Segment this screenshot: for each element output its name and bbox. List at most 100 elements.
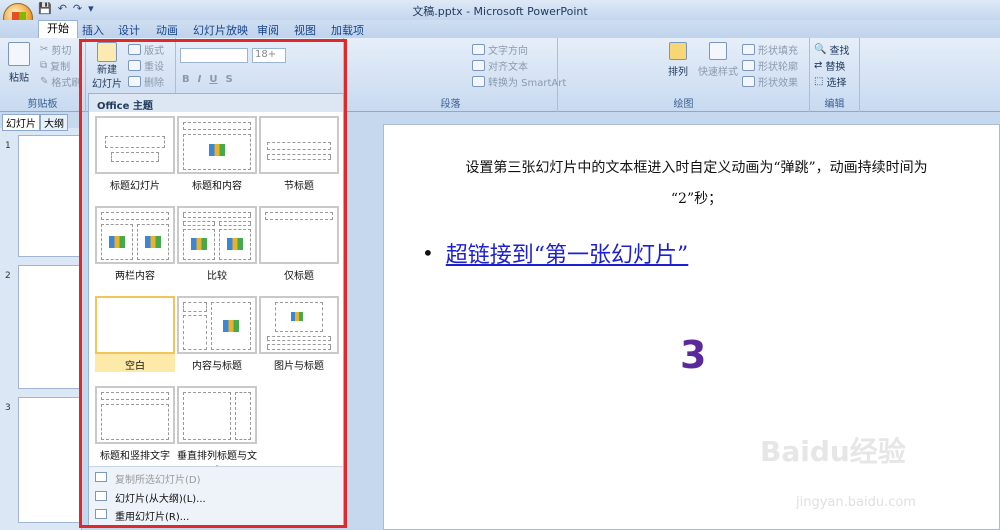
- layout-content-caption[interactable]: 内容与标题: [177, 296, 257, 372]
- brush-icon: ✎: [40, 76, 49, 87]
- layout-title-only[interactable]: 仅标题: [259, 206, 339, 282]
- align-text-label: 对齐文本: [488, 62, 528, 73]
- slide-thumbnail-2[interactable]: [18, 265, 82, 389]
- layout-two-content[interactable]: 两栏内容: [95, 206, 175, 282]
- copy-label: 复制: [50, 62, 71, 73]
- fill-icon: [742, 44, 755, 55]
- layout-label: 节标题: [284, 181, 314, 192]
- text-direction-label: 文字方向: [488, 46, 528, 57]
- slide-thumbnail-3[interactable]: [18, 397, 82, 523]
- slide-canvas[interactable]: 设置第三张幻灯片中的文本框进入时自定义动画为“弹跳”，动画持续时间为 “2”秒；…: [383, 124, 1000, 530]
- copy-button[interactable]: ⧉ 复制: [40, 58, 70, 73]
- drawing-group-label: 绘图: [673, 99, 694, 110]
- pane-tabs: 幻灯片 大纲: [0, 113, 82, 131]
- layout-title-slide[interactable]: 标题幻灯片: [95, 116, 175, 192]
- layout-picture-caption[interactable]: 图片与标题: [259, 296, 339, 372]
- underline-icon[interactable]: U: [209, 74, 217, 85]
- paste-button[interactable]: 粘贴: [8, 42, 30, 84]
- duplicate-slides-item[interactable]: 复制所选幻灯片(D): [115, 471, 201, 486]
- shape-fill-button[interactable]: 形状填充: [742, 42, 798, 57]
- shape-fill-label: 形状填充: [758, 46, 798, 57]
- text-direction-button[interactable]: 文字方向: [472, 42, 528, 57]
- layout-blank[interactable]: 空白: [95, 296, 175, 372]
- slide-thumbnail-1[interactable]: [18, 135, 82, 257]
- window-title: 文稿.pptx - Microsoft PowerPoint: [412, 5, 588, 18]
- thumb-number: 1: [5, 141, 11, 151]
- slides-from-outline-item[interactable]: 幻灯片(从大纲)(L)...: [115, 490, 206, 505]
- slide-instruction-text[interactable]: 设置第三张幻灯片中的文本框进入时自定义动画为“弹跳”，动画持续时间为 “2”秒；: [424, 153, 969, 215]
- smartart-icon: [472, 76, 485, 87]
- delete-slide-button[interactable]: 删除: [128, 74, 164, 89]
- layout-label: 比较: [207, 271, 227, 282]
- group-clipboard: 粘贴 ✂ 剪切 ⧉ 复制 ✎ 格式刷 剪贴板: [0, 38, 86, 112]
- find-button[interactable]: 🔍 查找: [814, 42, 849, 57]
- shape-effects-button[interactable]: 形状效果: [742, 74, 798, 89]
- tab-insert[interactable]: 插入: [82, 22, 104, 38]
- font-size-input[interactable]: 18+: [252, 48, 286, 63]
- hyperlink-text[interactable]: 超链接到“第一张幻灯片”: [446, 237, 689, 269]
- tab-view[interactable]: 视图: [294, 22, 316, 38]
- quick-styles-button[interactable]: 快速样式: [698, 42, 738, 78]
- reset-icon: [128, 60, 141, 71]
- title-bar: 💾 ↶ ↷ ▾ 文稿.pptx - Microsoft PowerPoint: [0, 0, 1000, 33]
- slide-bullet: • 超链接到“第一张幻灯片”: [422, 237, 688, 269]
- arrange-button[interactable]: 排列: [668, 42, 688, 78]
- tab-slides-pane[interactable]: 幻灯片: [2, 114, 40, 131]
- layout-title-vertical-text[interactable]: 标题和竖排文字: [95, 386, 175, 462]
- delete-label: 删除: [144, 78, 164, 89]
- watermark-url: jingyan.baidu.com: [796, 495, 916, 510]
- tab-addins[interactable]: 加载项: [331, 22, 364, 38]
- slide-number-art[interactable]: 3: [680, 333, 706, 377]
- layout-label: 空白: [125, 361, 145, 372]
- format-painter-button[interactable]: ✎ 格式刷: [40, 74, 81, 89]
- reuse-slides-item[interactable]: 重用幻灯片(R)...: [115, 508, 189, 523]
- new-slide-icon: [97, 42, 117, 62]
- layout-vertical-title-text[interactable]: 垂直排列标题与文本: [177, 386, 257, 477]
- shape-outline-button[interactable]: 形状轮廓: [742, 58, 798, 73]
- smartart-button[interactable]: 转换为 SmartArt: [472, 74, 566, 89]
- instruction-line-2: “2”秒；: [670, 191, 723, 207]
- font-name-input[interactable]: [180, 48, 248, 63]
- arrange-label: 排列: [668, 67, 688, 78]
- tab-slideshow[interactable]: 幻灯片放映: [193, 22, 248, 38]
- tab-design[interactable]: 设计: [118, 22, 140, 38]
- tab-home[interactable]: 开始: [38, 20, 78, 38]
- bold-icon[interactable]: B: [182, 74, 190, 85]
- layout-label: 标题幻灯片: [110, 181, 160, 192]
- layout-button[interactable]: 版式: [128, 42, 164, 57]
- text-direction-icon: [472, 44, 485, 55]
- layout-section-header[interactable]: 节标题: [259, 116, 339, 192]
- delete-icon: [128, 76, 141, 87]
- replace-button[interactable]: ⇄ 替换: [814, 58, 845, 73]
- strike-icon[interactable]: S: [225, 74, 232, 85]
- replace-label: 替换: [825, 62, 846, 73]
- tab-review[interactable]: 审阅: [257, 22, 279, 38]
- italic-icon[interactable]: I: [198, 74, 202, 85]
- quick-styles-label: 快速样式: [698, 67, 738, 78]
- select-button[interactable]: ⬚ 选择: [814, 74, 846, 89]
- effects-icon: [742, 76, 755, 87]
- cut-label: 剪切: [51, 46, 72, 57]
- cut-button[interactable]: ✂ 剪切: [40, 42, 71, 57]
- align-text-button[interactable]: 对齐文本: [472, 58, 528, 73]
- instruction-line-1: 设置第三张幻灯片中的文本框进入时自定义动画为“弹跳”，动画持续时间为: [465, 160, 928, 176]
- tab-outline-pane[interactable]: 大纲: [40, 114, 68, 131]
- new-slide-button[interactable]: 新建 幻灯片: [92, 42, 122, 90]
- paste-icon: [8, 42, 30, 66]
- duplicate-slides-icon: [95, 472, 107, 482]
- layout-title-content[interactable]: 标题和内容: [177, 116, 257, 192]
- align-text-icon: [472, 60, 485, 71]
- clipboard-group-label: 剪贴板: [27, 99, 58, 110]
- layout-label: 版式: [144, 46, 164, 57]
- slides-pane: 幻灯片 大纲 1 2 3: [0, 113, 82, 530]
- tab-animations[interactable]: 动画: [156, 22, 178, 38]
- editing-group-label: 编辑: [824, 99, 845, 110]
- layout-label: 仅标题: [284, 271, 314, 282]
- layout-label: 内容与标题: [192, 361, 242, 372]
- watermark-logo: Baidu经验: [760, 435, 906, 468]
- reset-button[interactable]: 重设: [128, 58, 164, 73]
- arrange-icon: [669, 42, 687, 60]
- font-format-row: BIUS: [182, 74, 233, 85]
- layout-comparison[interactable]: 比较: [177, 206, 257, 282]
- find-icon: 🔍: [814, 44, 827, 55]
